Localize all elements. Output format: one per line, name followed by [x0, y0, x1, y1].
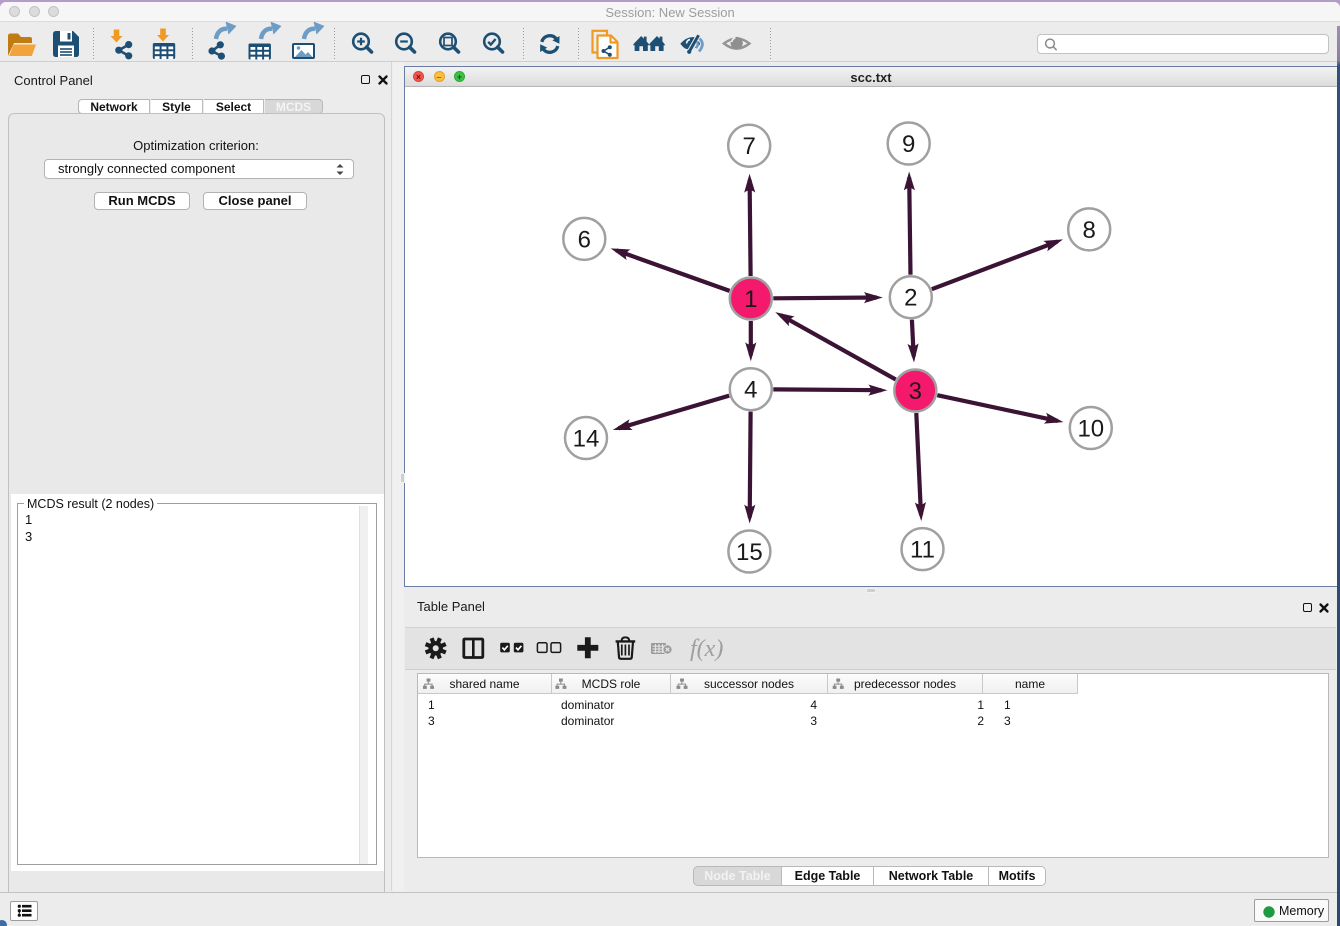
svg-text:3: 3 — [909, 378, 922, 405]
svg-text:1: 1 — [744, 286, 757, 313]
svg-text:f(x): f(x) — [690, 636, 723, 662]
svg-text:15: 15 — [736, 539, 763, 566]
svg-text:4: 4 — [744, 377, 757, 404]
svg-text:9: 9 — [902, 131, 915, 158]
svg-text:7: 7 — [743, 133, 756, 160]
svg-text:6: 6 — [578, 226, 591, 253]
svg-text:8: 8 — [1083, 217, 1096, 244]
svg-text:14: 14 — [573, 426, 600, 453]
svg-text:2: 2 — [904, 285, 917, 312]
svg-text:11: 11 — [910, 537, 935, 564]
svg-text:10: 10 — [1077, 416, 1104, 443]
